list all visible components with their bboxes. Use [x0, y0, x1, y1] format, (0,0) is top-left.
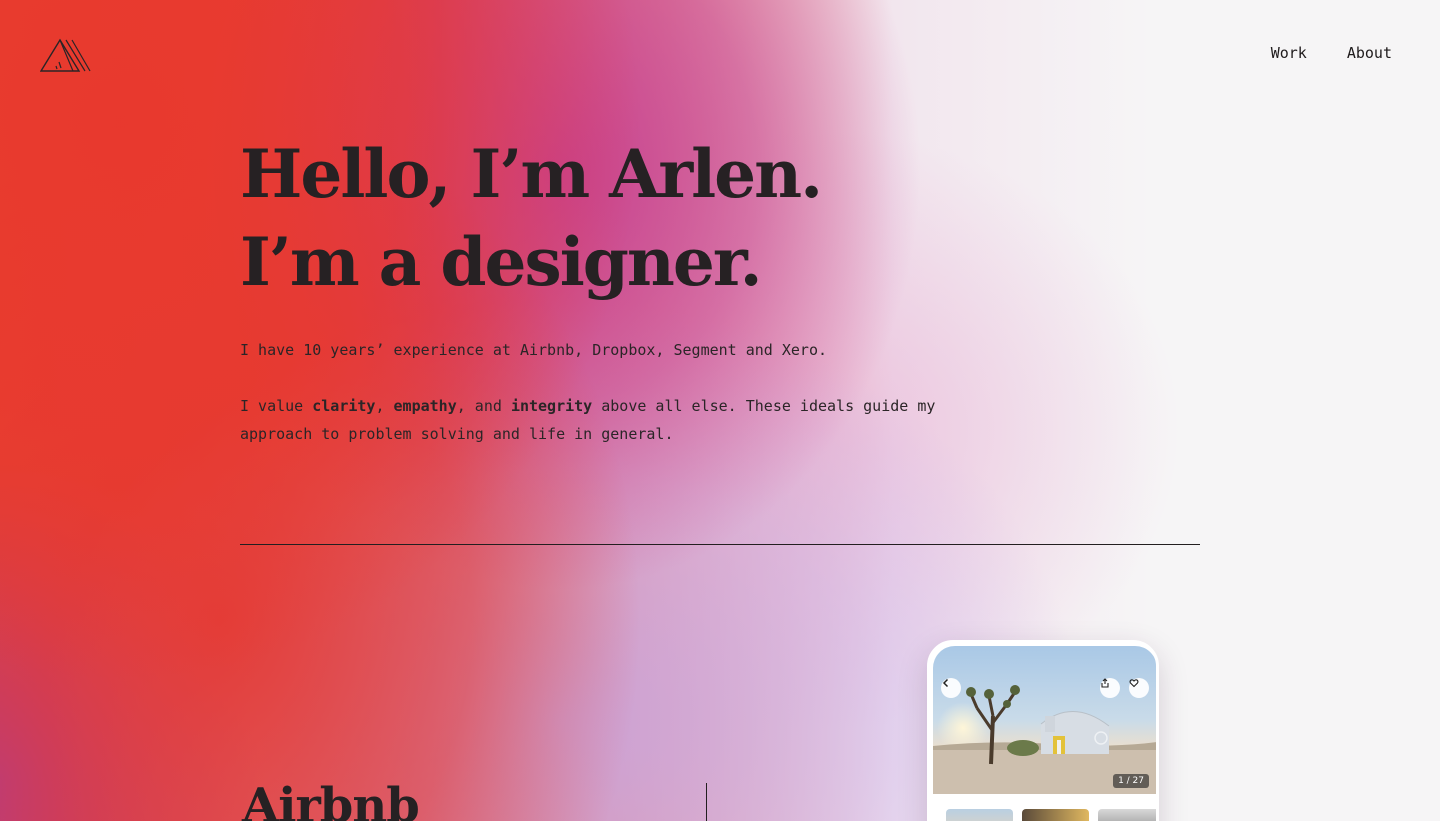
- hero-heading-line-2: I’m a designer.: [240, 223, 763, 301]
- hero-heading: Hello, I’m Arlen. I’m a designer.: [240, 130, 823, 306]
- hero: Hello, I’m Arlen. I’m a designer.: [240, 130, 823, 306]
- photo-thumbnails: [946, 809, 1156, 821]
- photo-share-button[interactable]: [1100, 678, 1120, 698]
- airbnb-phone-preview[interactable]: 1 / 27: [927, 640, 1159, 821]
- site-logo[interactable]: [39, 38, 92, 74]
- chevron-left-icon: [942, 678, 949, 688]
- project-title[interactable]: Airbnb: [242, 776, 420, 821]
- photo-save-button[interactable]: [1129, 678, 1149, 698]
- nav-about-link[interactable]: About: [1347, 44, 1392, 62]
- hero-heading-line-1: Hello, I’m Arlen.: [240, 135, 823, 213]
- triangle-mountain-logo-icon: [39, 38, 91, 72]
- values-paragraph: I value clarity, empathy, and integrity …: [240, 392, 1000, 448]
- experience-paragraph: I have 10 years’ experience at Airbnb, D…: [240, 341, 827, 359]
- listing-photo-illustration: [933, 685, 1156, 794]
- value-clarity: clarity: [312, 397, 376, 415]
- thumbnail-3[interactable]: [1098, 809, 1156, 821]
- thumbnail-2[interactable]: [1022, 809, 1089, 821]
- project-vertical-rule: [706, 783, 707, 821]
- intro-text: I have 10 years’ experience at Airbnb, D…: [240, 336, 1000, 476]
- values-pre: I value: [240, 397, 313, 415]
- section-divider: [240, 544, 1200, 545]
- value-integrity: integrity: [510, 397, 593, 415]
- photo-back-button[interactable]: [941, 678, 961, 698]
- values-sep-2: , and: [456, 397, 511, 415]
- photo-counter: 1 / 27: [1113, 774, 1149, 788]
- value-empathy: empathy: [393, 397, 457, 415]
- share-icon: [1101, 678, 1109, 688]
- listing-photo: 1 / 27: [933, 646, 1156, 794]
- thumbnail-1[interactable]: [946, 809, 1013, 821]
- heart-icon: [1129, 679, 1139, 688]
- nav-work-link[interactable]: Work: [1271, 44, 1307, 62]
- values-sep-1: ,: [375, 397, 394, 415]
- main-nav: Work About: [1271, 44, 1392, 62]
